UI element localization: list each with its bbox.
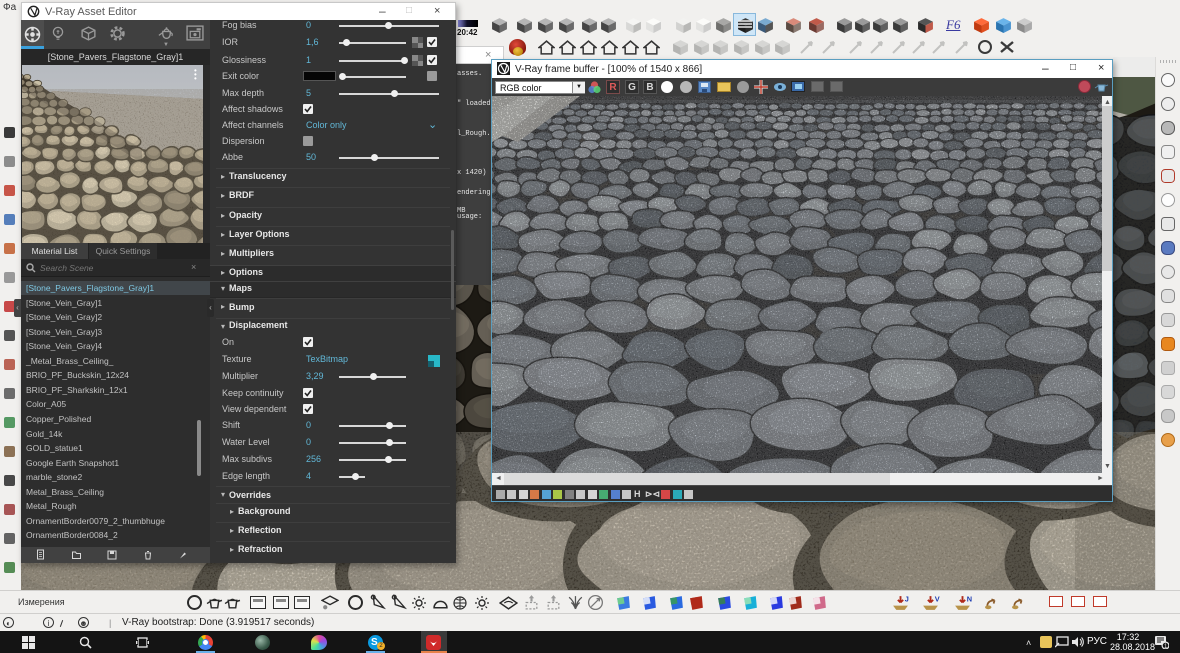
svg-text:N: N [967,594,972,603]
svg-text:V: V [935,594,940,603]
svg-text:J: J [905,594,909,603]
